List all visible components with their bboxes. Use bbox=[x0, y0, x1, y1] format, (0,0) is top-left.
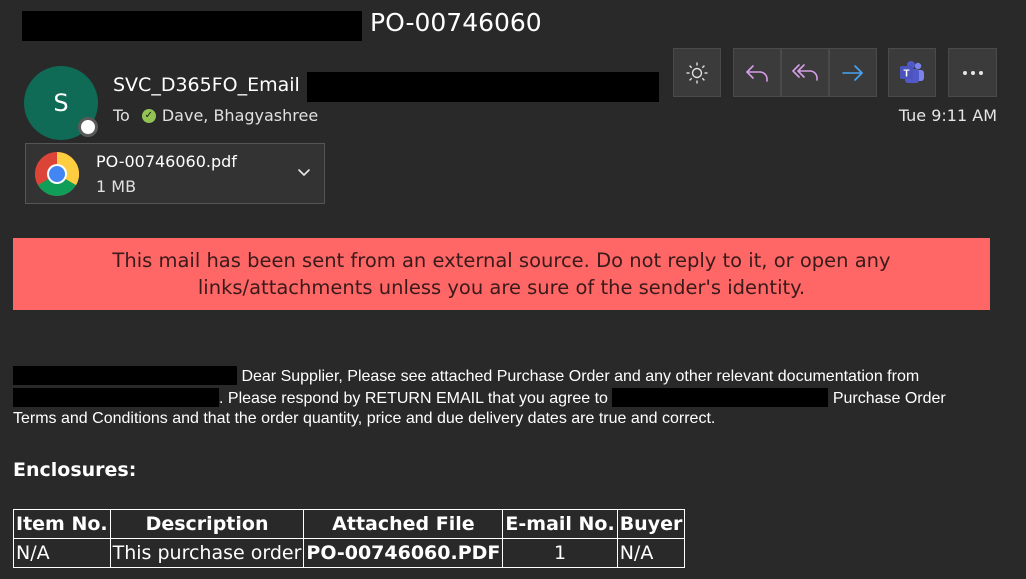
reply-button[interactable] bbox=[733, 48, 781, 97]
attachment-size: 1 MB bbox=[96, 177, 137, 196]
theme-toggle-button[interactable] bbox=[673, 48, 721, 97]
reply-icon bbox=[746, 64, 768, 82]
column-header: Buyer bbox=[616, 509, 686, 539]
redacted-subject-prefix bbox=[22, 11, 362, 41]
external-sender-warning: This mail has been sent from an external… bbox=[13, 238, 990, 310]
enclosures-heading: Enclosures: bbox=[13, 459, 137, 481]
svg-text:T: T bbox=[903, 68, 909, 79]
column-header: Item No. bbox=[13, 509, 111, 539]
email-subject: PO-00746060 bbox=[370, 8, 542, 37]
to-label: To bbox=[113, 106, 130, 125]
enclosures-table: Item No. Description Attached File E-mai… bbox=[13, 509, 686, 568]
email-no-cell: 1 bbox=[502, 538, 618, 568]
column-header: Description bbox=[109, 509, 305, 539]
teams-button[interactable]: T bbox=[888, 48, 936, 97]
attachment-filename: PO-00746060.pdf bbox=[96, 152, 237, 171]
body-text-part1: Dear Supplier, Please see attached Purch… bbox=[237, 368, 920, 385]
chrome-icon bbox=[35, 152, 79, 196]
body-text-part2: . Please respond by RETURN EMAIL that yo… bbox=[219, 389, 613, 407]
more-icon bbox=[962, 70, 983, 75]
available-check-icon: ✓ bbox=[141, 108, 156, 123]
redacted-text bbox=[612, 387, 829, 407]
received-timestamp: Tue 9:11 AM bbox=[898, 106, 997, 125]
more-actions-button[interactable] bbox=[948, 48, 997, 97]
attached-file-cell: PO-00746060.PDF bbox=[303, 538, 504, 568]
description-cell: This purchase order bbox=[109, 538, 305, 568]
sun-icon bbox=[686, 62, 708, 83]
email-body: Dear Supplier, Please see attached Purch… bbox=[13, 366, 983, 430]
teams-icon: T bbox=[900, 60, 924, 83]
forward-button[interactable] bbox=[829, 48, 877, 97]
redacted-text bbox=[13, 366, 237, 385]
reply-all-icon bbox=[792, 63, 818, 81]
redacted-sender-address bbox=[307, 72, 659, 102]
table-header-row: Item No. Description Attached File E-mai… bbox=[13, 509, 686, 539]
reply-all-button[interactable] bbox=[781, 48, 829, 97]
avatar-initial: S bbox=[53, 89, 69, 117]
presence-status-icon bbox=[78, 117, 98, 137]
redacted-text bbox=[13, 387, 219, 407]
buyer-cell: N/A bbox=[616, 538, 686, 568]
forward-icon bbox=[842, 64, 863, 81]
sender-name[interactable]: SVC_D365FO_Email bbox=[113, 74, 300, 96]
column-header: Attached File bbox=[303, 509, 504, 539]
table-row: N/A This purchase order PO-00746060.PDF … bbox=[13, 538, 686, 568]
attachment-card[interactable]: PO-00746060.pdf 1 MB bbox=[25, 143, 325, 204]
item-no-cell: N/A bbox=[13, 538, 111, 568]
chevron-down-icon[interactable] bbox=[296, 164, 312, 180]
recipient-line: To ✓ Dave, Bhagyashree bbox=[113, 106, 318, 125]
recipient-name[interactable]: Dave, Bhagyashree bbox=[162, 106, 318, 125]
column-header: E-mail No. bbox=[502, 509, 618, 539]
